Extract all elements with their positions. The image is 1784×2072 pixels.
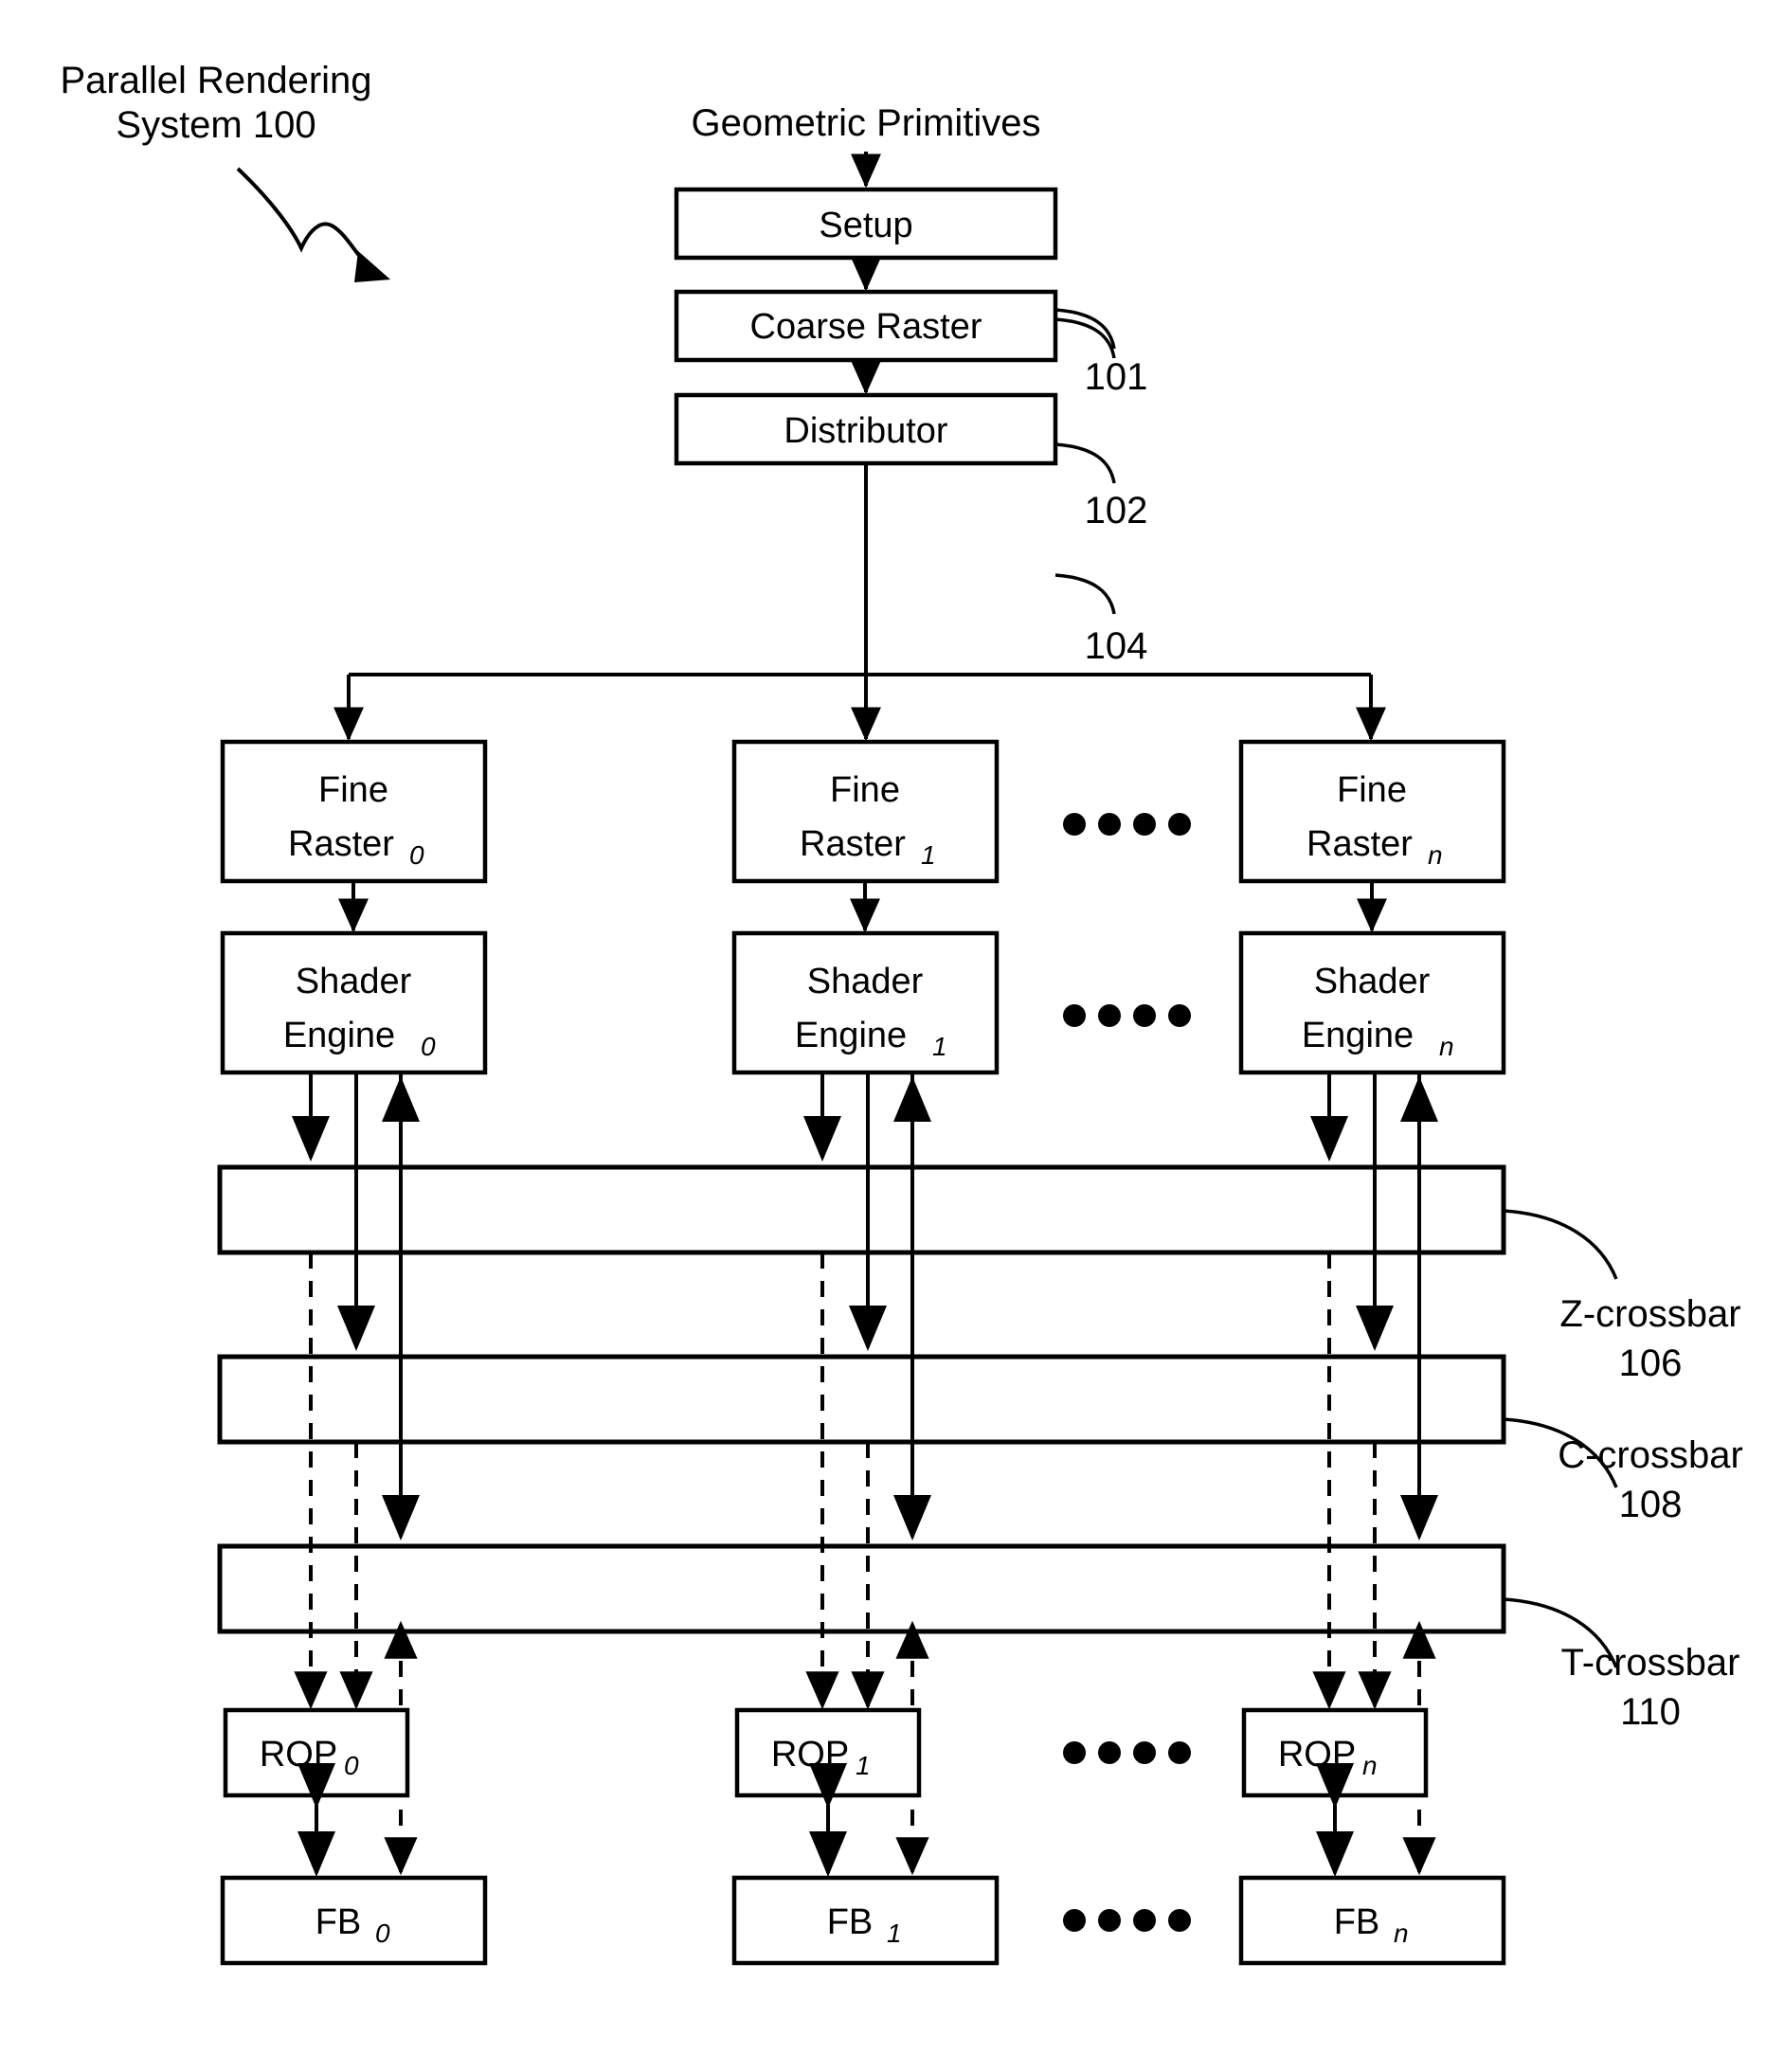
setup-ref-leader — [1054, 308, 1116, 350]
rop-label-0: ROP — [260, 1735, 337, 1775]
c-crossbar-ref: 108 — [1619, 1484, 1683, 1525]
title-leader-arrowhead — [354, 251, 390, 282]
z-crossbar-leader — [1503, 1209, 1618, 1280]
fine-raster-label-n-line2: Raster — [1306, 824, 1413, 864]
z-crossbar-label: Z-crossbar — [1559, 1293, 1740, 1335]
fine-raster-label-1-line2: Raster — [800, 824, 906, 864]
geometric-primitives-label: Geometric Primitives — [692, 102, 1041, 144]
fine-raster-sub-0: 0 — [409, 840, 424, 870]
z-crossbar-callout: Z-crossbar 106 — [1503, 1209, 1741, 1384]
fine-raster-sub-n: n — [1428, 840, 1443, 870]
rop-fb-connections — [297, 1763, 1354, 1877]
fine-raster-label-1-line1: Fine — [830, 770, 900, 810]
t-crossbar-ref: 110 — [1620, 1691, 1681, 1733]
shader-engine-sub-0: 0 — [421, 1032, 436, 1061]
fine-raster-label-n-line1: Fine — [1337, 770, 1407, 810]
z-crossbar-ref: 106 — [1619, 1342, 1683, 1384]
parallel-rendering-system-diagram: Parallel Rendering System 100 Geometric … — [60, 60, 1743, 1966]
setup-block: Setup — [674, 187, 1058, 261]
rop-label-n: ROP — [1278, 1735, 1356, 1775]
shader-engine-sub-n: n — [1439, 1032, 1454, 1061]
t-crossbar-bar — [217, 1543, 1506, 1634]
crossbar-bars — [217, 1164, 1506, 1634]
coarse-raster-ref-leader — [1054, 317, 1116, 359]
setup-ref-number: 101 — [1085, 356, 1148, 398]
rop-sub-1: 1 — [856, 1751, 871, 1780]
rop-label-1: ROP — [771, 1735, 849, 1775]
rop-sub-n: n — [1362, 1751, 1378, 1780]
t-crossbar-callout: T-crossbar 110 — [1503, 1597, 1740, 1733]
fb-sub-n: n — [1394, 1919, 1409, 1948]
shader-engine-label-1-line1: Shader — [807, 962, 924, 1001]
fb-label-0: FB — [315, 1902, 362, 1942]
distributor-ref-leader — [1054, 573, 1116, 615]
rop-sub-0: 0 — [344, 1751, 359, 1780]
c-crossbar-bar — [217, 1354, 1506, 1445]
fb-label-n: FB — [1334, 1902, 1380, 1942]
ellipsis-fine-raster — [1063, 813, 1191, 836]
coarse-raster-label: Coarse Raster — [750, 307, 982, 347]
fine-raster-label-0-line2: Raster — [288, 824, 394, 864]
coarse-raster-ref-number: 102 — [1085, 490, 1148, 532]
fb-row: FB 0 FB 1 FB n — [220, 1875, 1506, 1966]
fine-raster-sub-1: 1 — [921, 840, 936, 870]
fb-sub-1: 1 — [887, 1919, 902, 1948]
shader-engine-label-n-line1: Shader — [1314, 962, 1431, 1001]
setup-label: Setup — [819, 206, 912, 245]
c-crossbar-label: C-crossbar — [1558, 1434, 1743, 1476]
rop-row: ROP 0 ROP 1 ROP n — [223, 1707, 1429, 1798]
distributor-block: Distributor — [674, 392, 1058, 466]
distributor-ref-number: 104 — [1085, 625, 1148, 667]
coarse-raster-ref-leader2 — [1054, 442, 1116, 484]
t-crossbar-label: T-crossbar — [1561, 1642, 1740, 1684]
shader-engine-sub-1: 1 — [932, 1032, 947, 1061]
fine-raster-label-0-line1: Fine — [318, 770, 388, 810]
distributor-label: Distributor — [784, 411, 947, 451]
ellipsis-fb — [1063, 1909, 1191, 1932]
ellipsis-shader-engine — [1063, 1004, 1191, 1027]
distributor-fanout-bus — [333, 463, 1386, 742]
coarse-raster-block: Coarse Raster — [674, 289, 1058, 363]
figure-title-line1: Parallel Rendering — [60, 60, 371, 101]
figure-canvas: Parallel Rendering System 100 Geometric … — [0, 0, 1784, 2072]
figure-title-line2: System 100 — [116, 104, 315, 146]
shader-engine-label-1-line2: Engine — [795, 1016, 907, 1055]
shader-engine-row: Shader Engine 0 Shader Engine 1 Shader E… — [220, 930, 1506, 1075]
fb-sub-0: 0 — [375, 1919, 390, 1948]
ellipsis-rop — [1063, 1741, 1191, 1764]
fine-raster-row: Fine Raster 0 Fine Raster 1 Fine Raster … — [220, 739, 1506, 884]
shader-engine-label-0-line1: Shader — [296, 962, 412, 1001]
fb-label-1: FB — [827, 1902, 874, 1942]
figure-title: Parallel Rendering System 100 — [60, 60, 390, 282]
shader-engine-label-n-line2: Engine — [1302, 1016, 1414, 1055]
title-leader-squiggle — [236, 167, 369, 268]
z-crossbar-bar — [217, 1164, 1506, 1255]
shader-engine-label-0-line2: Engine — [283, 1016, 395, 1055]
c-crossbar-callout: C-crossbar 108 — [1503, 1417, 1743, 1525]
